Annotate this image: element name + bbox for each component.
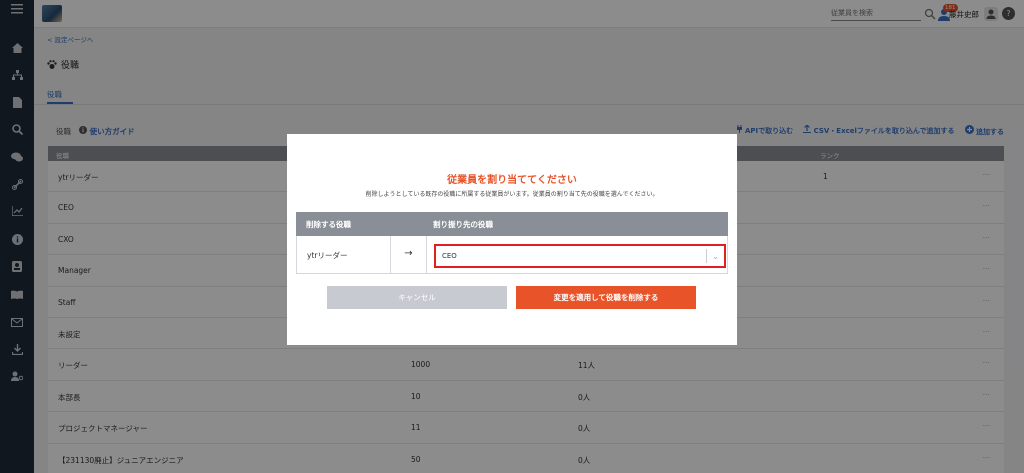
assign-employees-dialog: 従業員を割り当ててください 削除しようとしている既存の役職に所属する従業員がいま… (287, 134, 737, 345)
header-destination-position: 割り振り先の役職 (433, 220, 493, 229)
arrow-right-icon: → (391, 236, 427, 273)
reassign-table-header: 削除する役職 割り振り先の役職 (296, 212, 728, 236)
selected-position: CEO (442, 252, 457, 260)
reassign-table: 削除する役職 割り振り先の役職 ytrリーダー → CEO ⌄ (296, 212, 728, 274)
position-to-delete: ytrリーダー (297, 236, 391, 273)
destination-position-select[interactable]: CEO ⌄ (434, 244, 726, 268)
header-position-to-delete: 削除する役職 (306, 220, 351, 229)
dialog-description: 削除しようとしている既存の役職に所属する従業員がいます。従業員の割り当て先の役職… (365, 191, 659, 198)
chevron-down-icon[interactable]: ⌄ (706, 249, 724, 263)
cancel-button[interactable]: キャンセル (327, 286, 507, 309)
reassign-row: ytrリーダー → CEO ⌄ (296, 236, 728, 274)
apply-and-delete-button[interactable]: 変更を適用して役職を削除する (516, 286, 696, 309)
dialog-title: 従業員を割り当ててください (447, 175, 577, 186)
